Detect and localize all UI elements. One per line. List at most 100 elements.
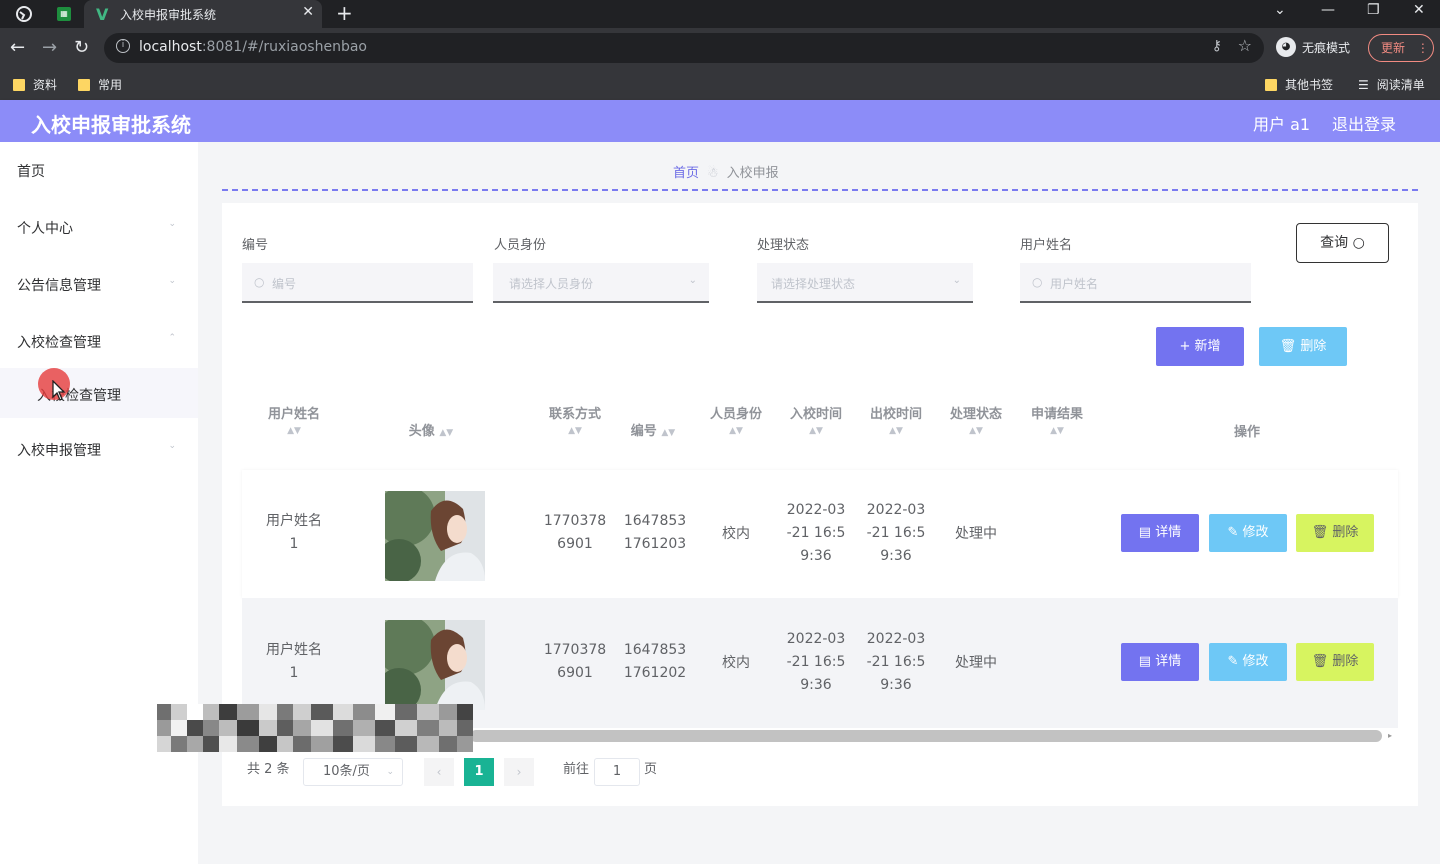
- cell-text: 1: [289, 665, 299, 681]
- detail-button[interactable]: ▤ 详情: [1121, 514, 1199, 552]
- column-header-avatar[interactable]: 头像 ▲▼: [385, 420, 477, 439]
- batch-delete-button[interactable]: 🗑 删除: [1259, 327, 1347, 366]
- filter-label-status: 处理状态: [757, 238, 810, 253]
- add-button[interactable]: + 新增: [1156, 327, 1244, 366]
- column-header-phone[interactable]: 联系方式 ▲▼: [540, 403, 610, 437]
- browser-tab-strip: ▦ V 入校申报审批系统 ✕ + ⌄ — ❐ ✕: [0, 0, 1440, 28]
- column-header-result[interactable]: 申请结果 ▲▼: [1024, 403, 1090, 437]
- column-header-out-time[interactable]: 出校时间 ▲▼: [864, 403, 928, 437]
- new-tab-button[interactable]: +: [336, 1, 353, 25]
- sort-icon[interactable]: ▲▼: [661, 428, 675, 438]
- column-header-name[interactable]: 用户姓名 ▲▼: [262, 403, 326, 437]
- bookmark-label: 常用: [98, 78, 123, 92]
- pixelated-watermark: [157, 704, 473, 752]
- cell-text: 9:36: [800, 548, 832, 564]
- cell-text: 用户姓名: [266, 642, 322, 658]
- window-close-icon[interactable]: ✕: [1413, 2, 1425, 18]
- bookmark-folder[interactable]: 资料: [13, 76, 57, 93]
- header-label: 头像: [408, 424, 435, 439]
- page-size-select[interactable]: 10条/页 ⌄: [303, 758, 403, 786]
- bookmark-star-icon[interactable]: ☆: [1238, 36, 1252, 55]
- code-search-input[interactable]: ○ 编号: [242, 263, 473, 303]
- folder-icon: [1265, 78, 1277, 91]
- sort-icon[interactable]: ▲▼: [568, 426, 582, 436]
- column-header-identity[interactable]: 人员身份 ▲▼: [702, 403, 770, 437]
- identity-select[interactable]: 请选择人员身份 ⌄: [493, 263, 709, 303]
- app-title: 入校申报审批系统: [31, 113, 191, 137]
- sort-icon[interactable]: ▲▼: [439, 428, 453, 438]
- delete-button[interactable]: 🗑 删除: [1296, 514, 1374, 552]
- name-search-input[interactable]: ○ 用户姓名: [1020, 263, 1251, 303]
- breadcrumb-home[interactable]: 首页: [673, 166, 699, 181]
- update-button[interactable]: 更新 ⋮: [1368, 34, 1434, 62]
- bookmark-folder[interactable]: 常用: [78, 76, 122, 93]
- goto-page-input[interactable]: 1: [594, 758, 640, 786]
- header-label: 用户姓名: [267, 407, 320, 422]
- sort-icon[interactable]: ▲▼: [287, 426, 301, 436]
- chevron-down-icon: ⌄: [168, 441, 176, 451]
- vue-icon: V: [96, 5, 109, 24]
- document-icon: ▤: [1138, 654, 1156, 669]
- cell-text: 9:36: [800, 677, 832, 693]
- forward-icon[interactable]: →: [42, 37, 57, 58]
- sort-icon[interactable]: ▲▼: [969, 426, 983, 436]
- incognito-indicator[interactable]: ◕ 无痕模式: [1276, 37, 1350, 57]
- column-header-code[interactable]: 编号 ▲▼: [620, 420, 686, 439]
- sort-icon[interactable]: ▲▼: [1050, 426, 1064, 436]
- edit-button[interactable]: ✎ 修改: [1209, 643, 1287, 681]
- scroll-right-icon[interactable]: ▸: [1388, 731, 1392, 740]
- page-number-current[interactable]: 1: [464, 758, 494, 786]
- column-header-status[interactable]: 处理状态 ▲▼: [944, 403, 1008, 437]
- tab-close-icon[interactable]: ✕: [302, 4, 314, 20]
- breadcrumb-separator-icon: ☃: [707, 166, 719, 181]
- horizontal-scrollbar[interactable]: [470, 730, 1382, 742]
- sort-icon[interactable]: ▲▼: [809, 426, 823, 436]
- sidebar-subitem-entry-check[interactable]: 入校检查管理: [0, 368, 198, 418]
- minimize-icon[interactable]: —: [1321, 2, 1335, 18]
- delete-button[interactable]: 🗑 删除: [1296, 643, 1374, 681]
- reload-icon[interactable]: ↻: [74, 37, 89, 58]
- pinned-tab-2[interactable]: ▦: [54, 4, 74, 24]
- other-bookmarks[interactable]: 其他书签: [1265, 76, 1333, 93]
- address-bar[interactable]: i localhost:8081/#/ruxiaoshenbao ⚷ ☆: [104, 33, 1264, 63]
- sort-icon[interactable]: ▲▼: [729, 426, 743, 436]
- active-tab[interactable]: V 入校申报审批系统 ✕: [84, 0, 322, 28]
- sidebar-item-notice[interactable]: 公告信息管理 ⌄: [0, 256, 198, 312]
- prev-page-button[interactable]: ‹: [424, 758, 454, 786]
- delete-label: 删除: [1300, 339, 1327, 354]
- sort-icon[interactable]: ▲▼: [889, 426, 903, 436]
- sidebar-item-entry-check[interactable]: 入校检查管理 ⌃: [0, 313, 198, 369]
- tab-search-icon[interactable]: ⌄: [1274, 2, 1286, 18]
- column-header-in-time[interactable]: 入校时间 ▲▼: [784, 403, 848, 437]
- edit-button[interactable]: ✎ 修改: [1209, 514, 1287, 552]
- back-icon[interactable]: ←: [10, 37, 25, 58]
- filter-label-name: 用户姓名: [1020, 238, 1073, 253]
- cell-in-time: 2022-03 -21 16:5 9:36: [782, 628, 850, 697]
- sidebar-item-entry-report[interactable]: 入校申报管理 ⌄: [0, 421, 198, 477]
- key-icon[interactable]: ⚷: [1212, 38, 1222, 54]
- status-select[interactable]: 请选择处理状态 ⌄: [757, 263, 973, 303]
- sidebar-item-home[interactable]: 首页: [0, 142, 198, 198]
- next-page-button[interactable]: ›: [504, 758, 534, 786]
- edit-label: 修改: [1242, 525, 1269, 540]
- query-button[interactable]: 查询 ○: [1296, 223, 1389, 263]
- site-info-icon[interactable]: i: [116, 39, 130, 53]
- reading-list[interactable]: ☰ 阅读清单: [1358, 76, 1425, 93]
- detail-label: 详情: [1155, 654, 1182, 669]
- url-text[interactable]: localhost:8081/#/ruxiaoshenbao: [139, 39, 367, 55]
- pinned-tab-1[interactable]: [14, 4, 34, 24]
- trash-icon: 🗑: [1311, 525, 1333, 540]
- sheet-icon: ▦: [57, 7, 71, 21]
- goto-prefix: 前往: [563, 762, 590, 777]
- header-label: 出校时间: [869, 407, 922, 422]
- sidebar-item-personal-center[interactable]: 个人中心 ⌄: [0, 199, 198, 255]
- cell-text: 1770378: [543, 642, 607, 658]
- chevron-down-icon: ⌄: [386, 767, 394, 777]
- restore-icon[interactable]: ❐: [1367, 2, 1380, 18]
- sidebar-item-label: 公告信息管理: [17, 278, 101, 294]
- bookmark-label: 阅读清单: [1376, 78, 1425, 92]
- incognito-label: 无痕模式: [1302, 40, 1351, 55]
- logout-link[interactable]: 退出登录: [1332, 111, 1396, 135]
- page-size-value: 10条/页: [323, 764, 370, 779]
- detail-button[interactable]: ▤ 详情: [1121, 643, 1199, 681]
